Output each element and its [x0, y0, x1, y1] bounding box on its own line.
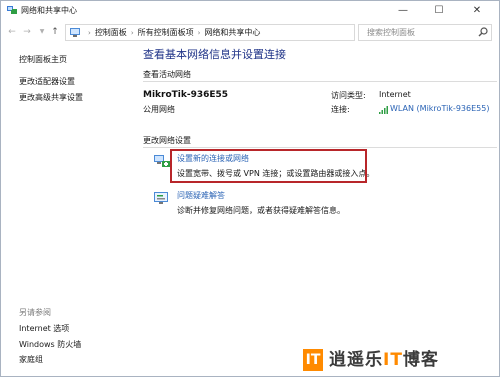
maximize-button[interactable]: ☐ [423, 1, 455, 21]
sidebar-item-windows-firewall[interactable]: Windows 防火墙 [19, 339, 81, 350]
watermark-logo: IT 逍遥乐IT博客 [303, 347, 495, 375]
title-bar: 网络和共享中心 — ☐ ✕ [1, 1, 499, 21]
logo-icon: IT [303, 349, 323, 371]
access-type-label: 访问类型: [331, 91, 366, 100]
breadcrumb-separator-icon: › [130, 29, 134, 37]
wifi-signal-icon [379, 106, 388, 114]
control-panel-icon [70, 28, 80, 37]
troubleshoot-description: 诊断并修复网络问题，或者获得疑难解答信息。 [177, 206, 345, 215]
forward-arrow-icon[interactable]: → [21, 25, 33, 39]
minimize-button[interactable]: — [387, 1, 419, 21]
search-input[interactable]: 搜索控制面板 [358, 24, 492, 41]
sidebar-item-internet-options[interactable]: Internet 选项 [19, 323, 69, 334]
search-placeholder: 搜索控制面板 [367, 28, 415, 37]
page-title: 查看基本网络信息并设置连接 [143, 48, 286, 61]
connection-link[interactable]: WLAN (MikroTik-936E55) [390, 104, 489, 113]
logo-text: 逍遥乐IT博客 [329, 349, 439, 371]
address-bar[interactable]: ›控制面板›所有控制面板项›网络和共享中心 ▼ ↻ [65, 24, 417, 41]
network-type: 公用网络 [143, 105, 175, 114]
sidebar-item-adapter-settings[interactable]: 更改适配器设置 [19, 76, 75, 87]
see-also-heading: 另请参阅 [19, 308, 51, 317]
up-arrow-icon[interactable]: ↑ [49, 25, 61, 39]
divider [143, 81, 497, 82]
active-networks-heading: 查看活动网络 [143, 70, 191, 79]
main-content: 查看基本网络信息并设置连接 查看活动网络 MikroTik-936E55 公用网… [131, 43, 497, 376]
breadcrumb-item-all-items[interactable]: 所有控制面板项 [138, 28, 194, 37]
breadcrumb: › 控制面板 › 所有控制面板项 › 网络和共享中心 [84, 27, 260, 38]
new-connection-icon [154, 155, 170, 167]
connection-label: 连接: [331, 105, 350, 114]
divider [143, 147, 497, 148]
highlight-box [170, 149, 367, 183]
logo-text-pre: 逍遥乐 [329, 350, 383, 370]
recent-locations-chevron-icon[interactable]: ▼ [36, 25, 48, 39]
breadcrumb-separator-icon: › [88, 29, 91, 37]
breadcrumb-separator-icon: › [197, 29, 201, 37]
breadcrumb-item-network-center[interactable]: 网络和共享中心 [204, 28, 260, 37]
sidebar-item-control-panel-home[interactable]: 控制面板主页 [19, 54, 67, 65]
logo-text-it: IT [383, 350, 403, 370]
access-type-value: Internet [379, 90, 411, 99]
breadcrumb-item-control-panel[interactable]: 控制面板 [95, 28, 127, 37]
sidebar-item-advanced-sharing[interactable]: 更改高级共享设置 [19, 92, 83, 103]
troubleshoot-icon [154, 192, 168, 204]
sidebar: 控制面板主页 更改适配器设置 更改高级共享设置 另请参阅 Internet 选项… [1, 43, 131, 376]
sidebar-item-homegroup[interactable]: 家庭组 [19, 354, 43, 365]
back-arrow-icon[interactable]: ← [6, 25, 18, 39]
network-name: MikroTik-936E55 [143, 90, 229, 100]
window-title: 网络和共享中心 [21, 6, 77, 15]
logo-text-post: 博客 [402, 350, 439, 370]
search-icon[interactable] [478, 27, 488, 37]
address-row: ← → ▼ ↑ ›控制面板›所有控制面板项›网络和共享中心 ▼ ↻ 搜索控制面板 [1, 21, 499, 43]
change-settings-heading: 更改网络设置 [143, 136, 191, 145]
window: 网络和共享中心 — ☐ ✕ ← → ▼ ↑ › 控制面板 › 所有控制面板项 › 网络和共… [0, 0, 500, 377]
troubleshoot-link[interactable]: 问题疑难解答 [177, 190, 225, 201]
network-app-icon [7, 6, 17, 14]
close-button[interactable]: ✕ [461, 1, 493, 21]
